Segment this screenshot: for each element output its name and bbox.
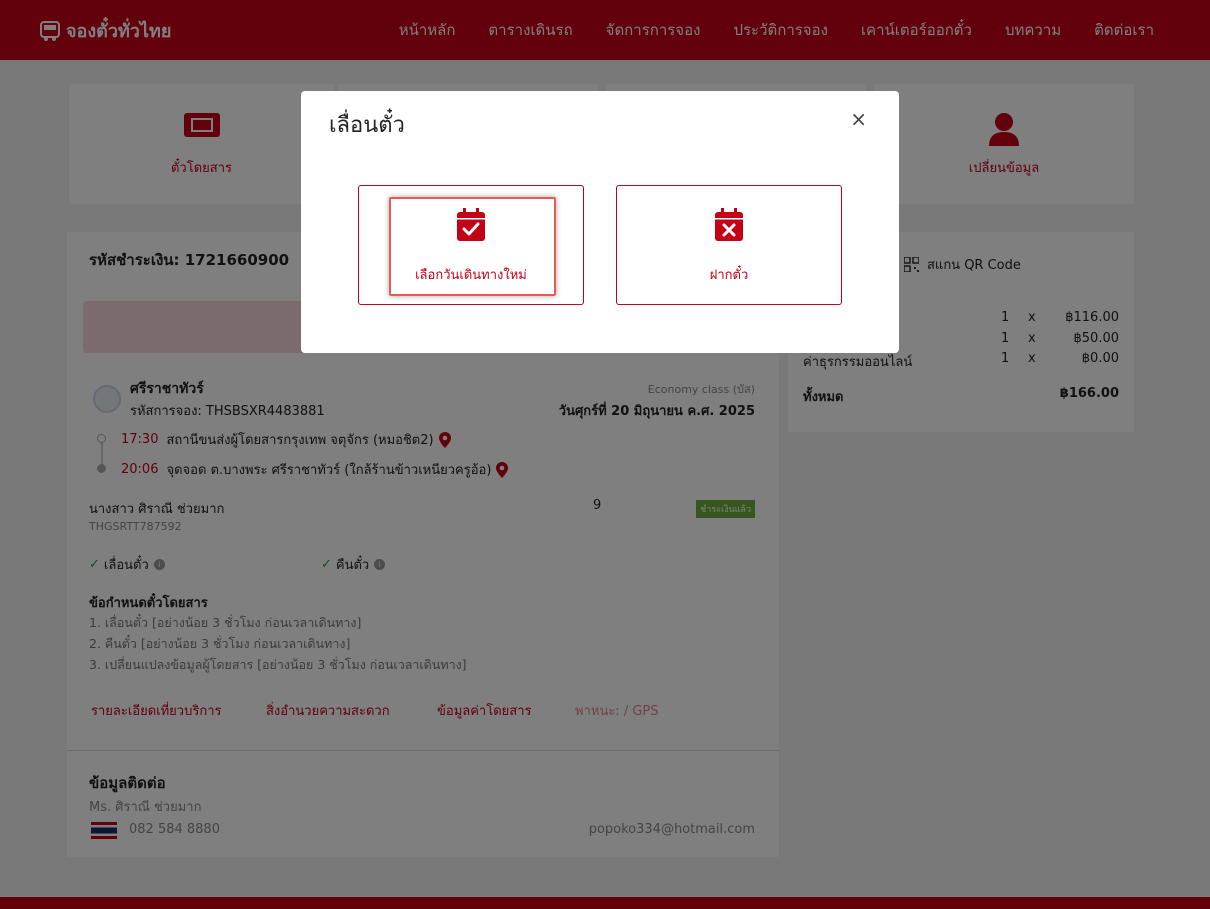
calendar-check-icon — [457, 208, 485, 241]
modal-title: เลื่อนตั๋ว — [329, 113, 405, 138]
close-icon[interactable]: × — [850, 107, 867, 131]
deposit-ticket-label: ฝากตั๋ว — [709, 268, 749, 283]
deposit-ticket-button[interactable]: ฝากตั๋ว — [616, 185, 842, 305]
calendar-x-icon — [715, 208, 743, 241]
choose-new-date-label: เลือกวันเดินทางใหม่ — [415, 268, 527, 283]
choose-new-date-button[interactable]: เลือกวันเดินทางใหม่ — [358, 185, 584, 305]
postpone-ticket-modal: เลื่อนตั๋ว × เลือกวันเดินทางใหม่ ฝากตั๋ว — [301, 91, 899, 353]
